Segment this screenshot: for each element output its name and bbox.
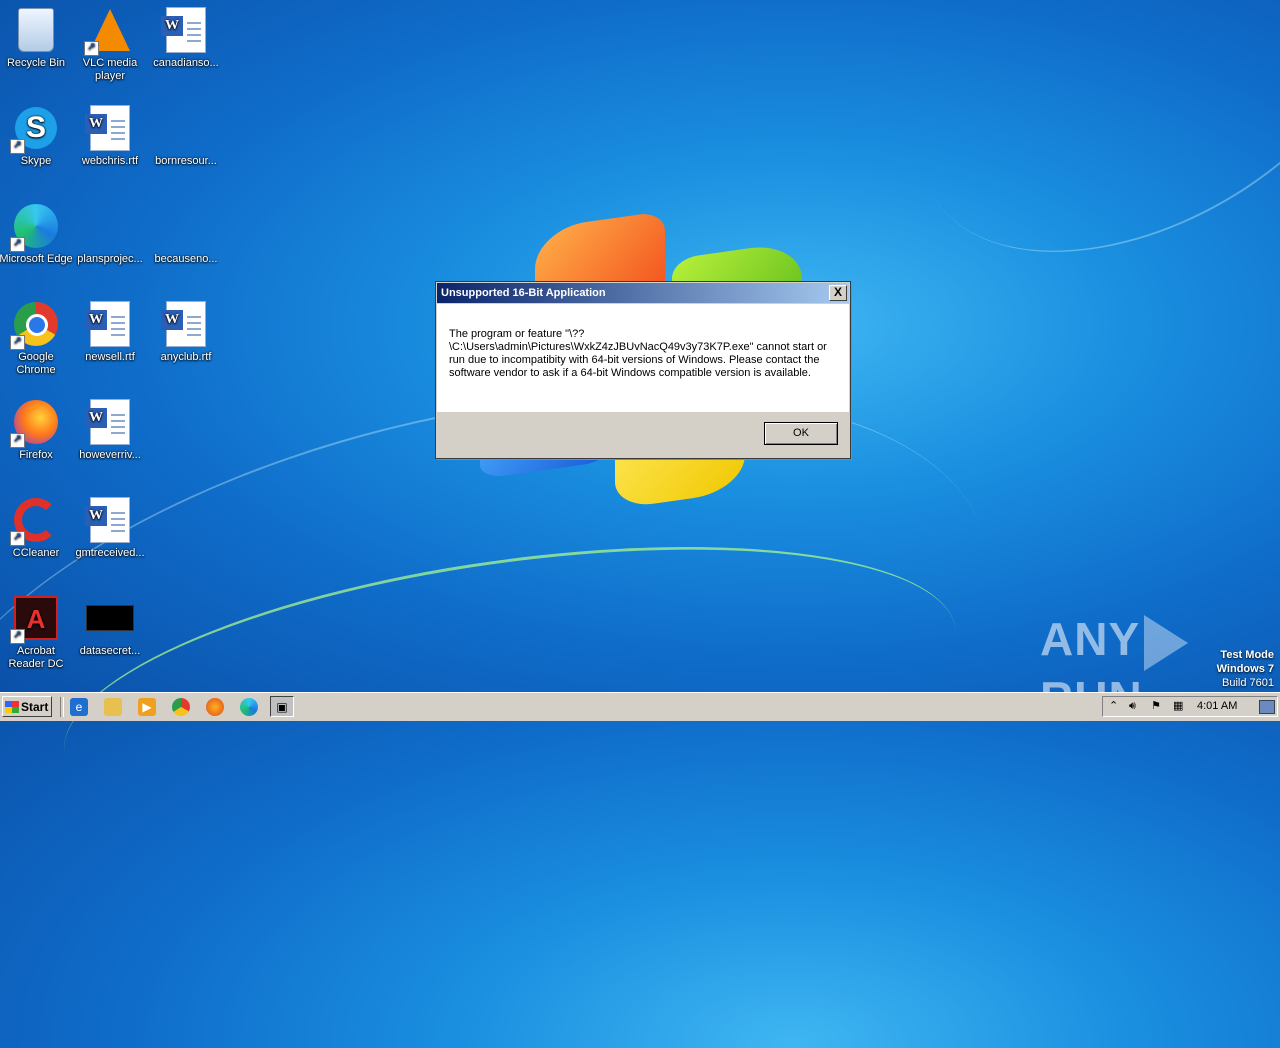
word-document-icon: W — [85, 105, 130, 151]
taskbar: Start e ▶ ▣ ⌃ 🔊︎ ⚑ ▦ 4:01 AM — [0, 692, 1280, 721]
taskbar-separator — [60, 697, 64, 717]
windows-version-line: Windows 7 — [1216, 663, 1274, 675]
word-document-icon: W — [161, 301, 206, 347]
ok-button[interactable]: OK — [764, 422, 838, 445]
recycle-bin-icon — [18, 8, 54, 52]
shortcut-arrow-icon: ↗ — [84, 41, 99, 56]
word-document-icon: W — [85, 399, 130, 445]
desktop-icon-newsell[interactable]: W newsell.rtf — [72, 300, 148, 364]
start-button[interactable]: Start — [2, 696, 52, 717]
ie-icon[interactable]: e — [70, 698, 88, 716]
shortcut-arrow-icon: ↗ — [10, 237, 25, 252]
desktop-icon-skype[interactable]: S ↗ Skype — [0, 104, 74, 168]
desktop-icon-gmtreceived[interactable]: W gmtreceived... — [72, 496, 148, 560]
action-center-flag-icon[interactable]: ⚑ — [1151, 700, 1161, 713]
start-label: Start — [21, 700, 49, 714]
volume-icon[interactable]: 🔊︎ — [1129, 700, 1136, 713]
build-line: Build 7601 — [1222, 677, 1274, 689]
show-desktop-icon[interactable] — [1259, 700, 1275, 714]
dialog-close-button[interactable]: X — [829, 285, 847, 301]
media-player-icon[interactable]: ▶ — [138, 698, 156, 716]
test-mode-line: Test Mode — [1220, 649, 1274, 661]
desktop-icon-chrome[interactable]: ↗ Google Chrome — [0, 300, 74, 377]
desktop-icon-recycle-bin[interactable]: Recycle Bin — [0, 6, 74, 70]
shortcut-arrow-icon: ↗ — [10, 139, 25, 154]
desktop-icon-canadianso[interactable]: W canadianso... — [148, 6, 224, 70]
desktop-icon-plansprojec[interactable]: plansprojec... — [72, 202, 148, 266]
word-document-icon: W — [161, 7, 206, 53]
desktop-icon-firefox[interactable]: ↗ Firefox — [0, 398, 74, 462]
desktop-icon-ccleaner[interactable]: ↗ CCleaner — [0, 496, 74, 560]
dialog-titlebar[interactable]: Unsupported 16-Bit Application X — [436, 282, 850, 304]
word-document-icon: W — [85, 301, 130, 347]
chrome-taskbar-icon[interactable] — [172, 698, 190, 716]
shortcut-arrow-icon: ↗ — [10, 335, 25, 350]
watermark-brand-left: ANY — [1040, 613, 1141, 665]
black-file-icon — [86, 605, 134, 631]
clock[interactable]: 4:01 AM — [1197, 697, 1237, 716]
dialog-title: Unsupported 16-Bit Application — [441, 287, 606, 299]
desktop-icon-bornresour[interactable]: bornresour... — [148, 104, 224, 168]
desktop-icon-edge[interactable]: ↗ Microsoft Edge — [0, 202, 74, 266]
network-icon[interactable]: ▦ — [1173, 700, 1183, 713]
shortcut-arrow-icon: ↗ — [10, 629, 25, 644]
dialog-message: The program or feature "\??\C:\Users\adm… — [449, 328, 827, 379]
test-mode-notice: Test Mode Windows 7 Build 7601 — [1217, 648, 1274, 690]
firefox-taskbar-icon[interactable] — [206, 698, 224, 716]
edge-taskbar-icon[interactable] — [240, 698, 258, 716]
folder-icon[interactable] — [104, 698, 122, 716]
desktop-icon-becauseno[interactable]: becauseno... — [148, 202, 224, 266]
blank-file-icon — [164, 219, 208, 233]
desktop-icon-vlc[interactable]: ↗ VLC media player — [72, 6, 148, 83]
blank-file-icon — [88, 219, 132, 233]
shortcut-arrow-icon: ↗ — [10, 531, 25, 546]
show-hidden-icons-icon[interactable]: ⌃ — [1109, 700, 1118, 713]
desktop-icon-anyclub[interactable]: W anyclub.rtf — [148, 300, 224, 364]
shortcut-arrow-icon: ↗ — [10, 433, 25, 448]
blank-file-icon — [164, 121, 208, 135]
desktop-icon-acrobat[interactable]: A ↗ Acrobat Reader DC — [0, 594, 74, 671]
word-document-icon: W — [85, 497, 130, 543]
desktop-icon-webchris[interactable]: W webchris.rtf — [72, 104, 148, 168]
desktop-icon-datasecret[interactable]: datasecret... — [72, 594, 148, 658]
desktop-icon-howeverriv[interactable]: W howeverriv... — [72, 398, 148, 462]
dialog-message-area: The program or feature "\??\C:\Users\adm… — [437, 304, 849, 412]
active-window-taskbar-button[interactable]: ▣ — [270, 696, 294, 717]
windows-logo-icon — [5, 701, 19, 713]
unsupported-16bit-dialog: Unsupported 16-Bit Application X The pro… — [435, 281, 851, 459]
system-tray: ⌃ 🔊︎ ⚑ ▦ 4:01 AM — [1102, 696, 1278, 717]
wallpaper-swoosh — [857, 0, 1280, 327]
play-icon — [1144, 614, 1189, 671]
